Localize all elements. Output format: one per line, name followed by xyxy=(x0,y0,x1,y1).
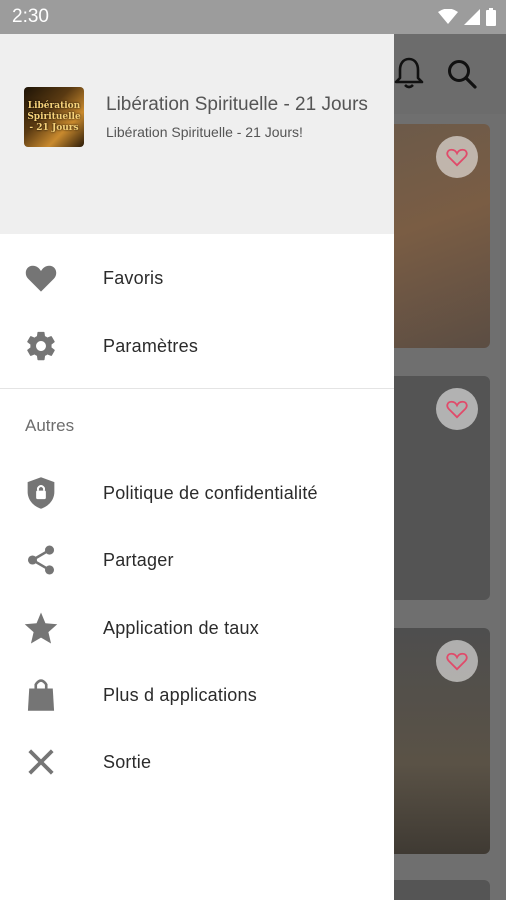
divider xyxy=(0,388,394,389)
gear-icon xyxy=(22,327,60,365)
drawer-header: Libération Spirituelle - 21 Jours Libéra… xyxy=(0,34,394,234)
app-title: Libération Spirituelle - 21 Jours xyxy=(106,94,368,115)
battery-icon xyxy=(486,8,496,26)
favorite-button[interactable] xyxy=(436,640,478,682)
section-title-autres: Autres xyxy=(25,416,75,435)
menu-item-label: Sortie xyxy=(103,751,152,772)
menu-item-label: Politique de confidentialité xyxy=(103,482,318,503)
share-icon xyxy=(22,541,60,579)
menu-item-privacy-policy[interactable]: Politique de confidentialité xyxy=(0,462,394,524)
shopping-bag-icon xyxy=(22,676,60,714)
heart-outline-icon xyxy=(446,148,468,167)
menu-item-rate-app[interactable]: Application de taux xyxy=(0,597,394,659)
menu-item-label: Partager xyxy=(103,549,174,570)
menu-item-label: Favoris xyxy=(103,267,164,288)
menu-item-more-apps[interactable]: Plus d applications xyxy=(0,664,394,726)
heart-outline-icon xyxy=(446,400,468,419)
status-time: 2:30 xyxy=(12,6,49,27)
close-icon xyxy=(22,743,60,781)
navigation-drawer: Libération Spirituelle - 21 Jours Libéra… xyxy=(0,34,394,900)
menu-item-label: Plus d applications xyxy=(103,684,257,705)
search-icon[interactable] xyxy=(446,58,478,90)
heart-outline-icon xyxy=(446,652,468,671)
wifi-icon xyxy=(438,9,458,24)
star-icon xyxy=(22,609,60,647)
menu-item-label: Paramètres xyxy=(103,335,199,356)
system-icons xyxy=(438,8,496,26)
heart-icon xyxy=(22,259,60,297)
shield-lock-icon xyxy=(22,474,60,512)
menu-item-share[interactable]: Partager xyxy=(0,529,394,591)
menu-item-label: Application de taux xyxy=(103,617,259,638)
menu-item-parametres[interactable]: Paramètres xyxy=(0,315,394,377)
app-logo: Libération Spirituelle - 21 Jours xyxy=(24,87,84,147)
signal-icon xyxy=(464,9,480,25)
favorite-button[interactable] xyxy=(436,388,478,430)
app-subtitle: Libération Spirituelle - 21 Jours! xyxy=(106,124,303,140)
bell-icon[interactable] xyxy=(394,56,424,90)
favorite-button[interactable] xyxy=(436,136,478,178)
menu-item-favoris[interactable]: Favoris xyxy=(0,247,394,309)
menu-item-exit[interactable]: Sortie xyxy=(0,731,394,793)
status-bar: 2:30 xyxy=(0,0,506,34)
